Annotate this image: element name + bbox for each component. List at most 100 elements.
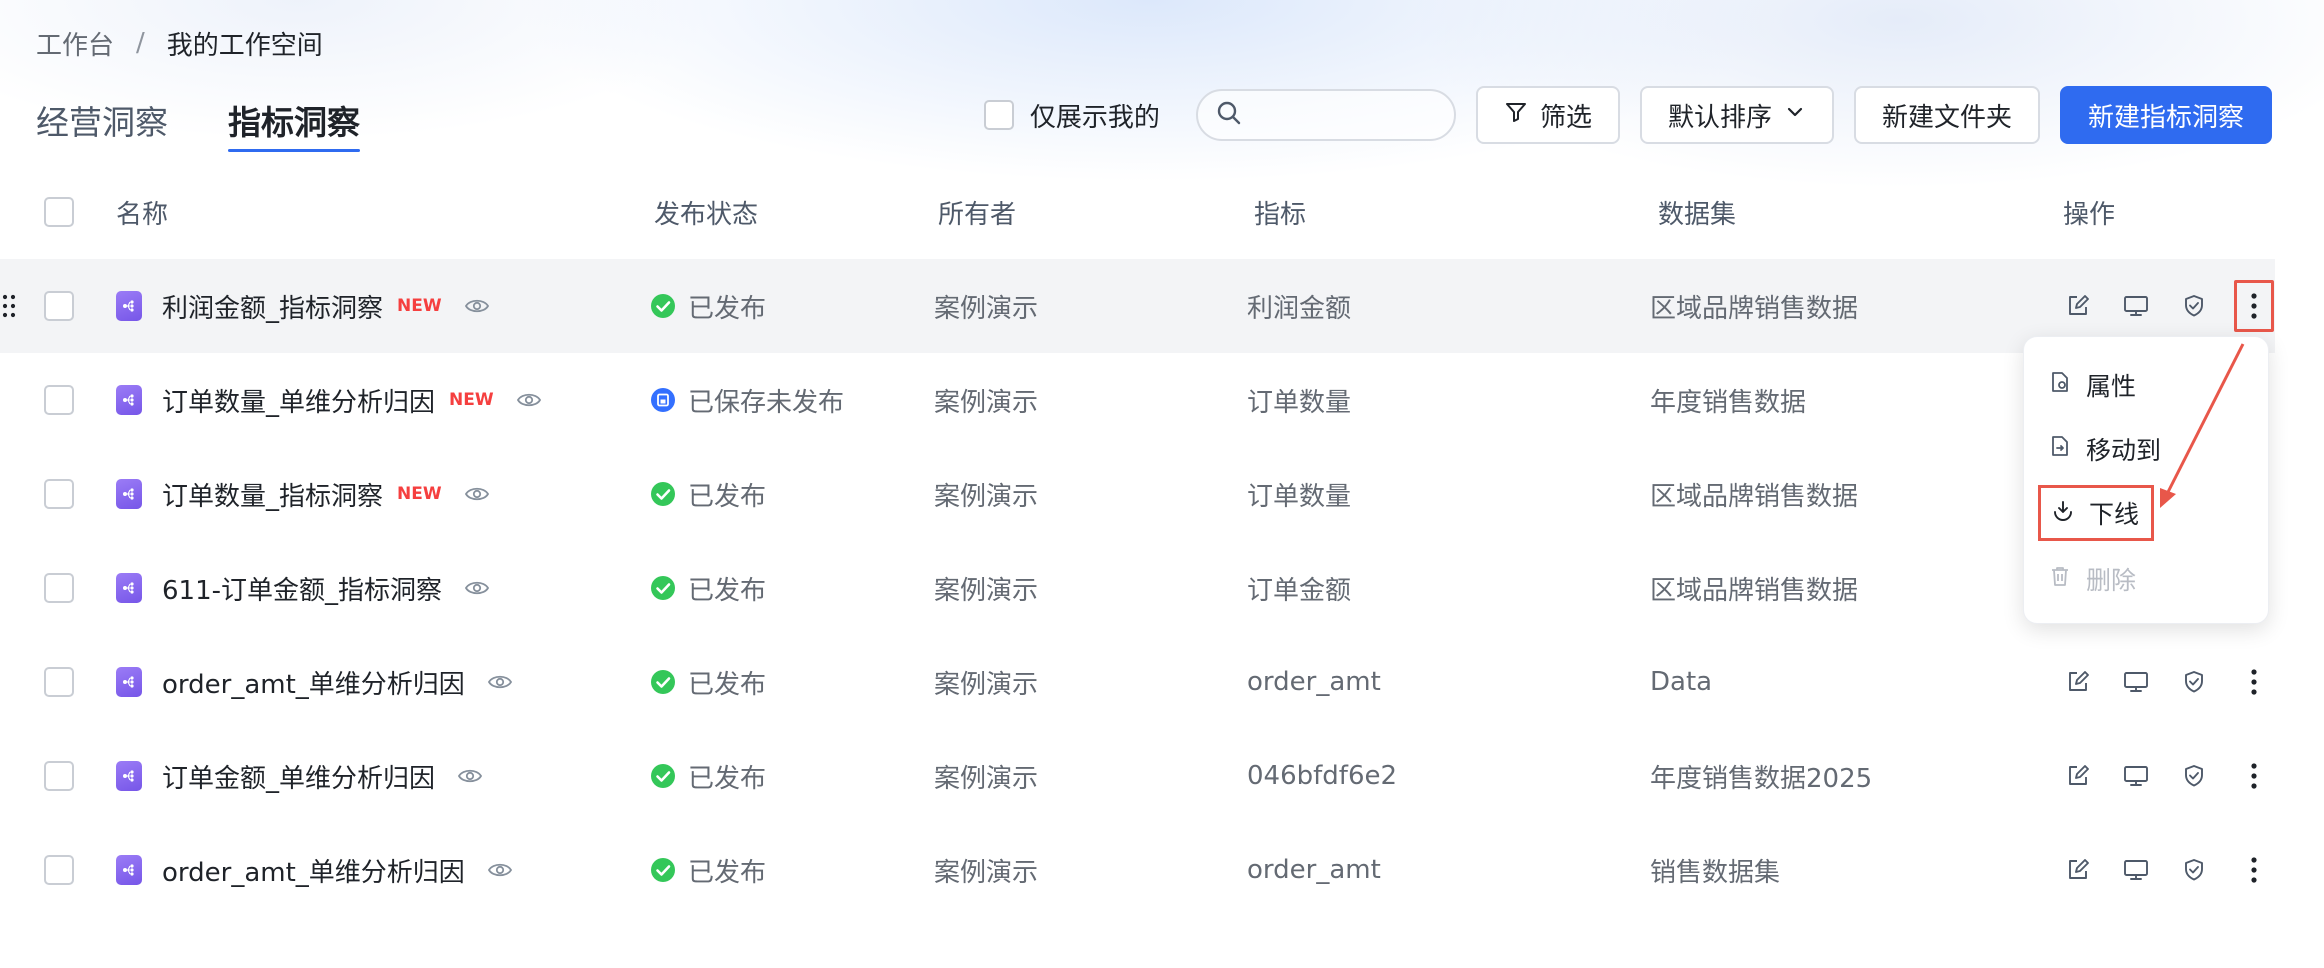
row-owner: 案例演示 [934, 669, 1039, 700]
metric-insight-icon [116, 761, 142, 791]
only-mine-checkbox[interactable] [983, 100, 1014, 130]
row-checkbox[interactable] [44, 385, 74, 415]
new-insight-button[interactable]: 新建指标洞察 [2059, 86, 2272, 144]
row-actions [2060, 280, 2274, 332]
present-icon[interactable] [2118, 758, 2154, 794]
menu-item-property[interactable]: 属性 [2048, 363, 2136, 407]
filter-label: 筛选 [1539, 102, 1592, 133]
header-status[interactable]: 发布状态 [654, 194, 758, 231]
breadcrumb-current: 我的工作空间 [166, 30, 323, 61]
more-options-icon[interactable] [2234, 844, 2274, 896]
eye-icon[interactable] [464, 578, 490, 598]
eye-icon[interactable] [516, 390, 542, 410]
row-name[interactable]: 订单金额_单维分析归因 [162, 758, 483, 795]
row-checkbox[interactable] [44, 855, 74, 885]
breadcrumb-root[interactable]: 工作台 [36, 25, 114, 62]
table-row[interactable]: 611-订单金额_指标洞察 已发布 案例演示 订单金额 区域品牌销售数据 [0, 541, 2275, 635]
shield-check-icon[interactable] [2176, 758, 2212, 794]
row-name[interactable]: order_amt_单维分析归因 [162, 852, 513, 889]
status-text: 已发布 [688, 293, 767, 324]
more-options-icon[interactable] [2234, 750, 2274, 802]
row-owner: 案例演示 [934, 763, 1039, 794]
header-actions: 操作 [2063, 199, 2116, 230]
row-checkbox[interactable] [44, 761, 74, 791]
row-name[interactable]: 订单数量_单维分析归因 NEW [162, 382, 542, 419]
row-metric: order_amt [1247, 855, 1381, 885]
only-mine-toggle[interactable]: 仅展示我的 [983, 97, 1160, 134]
row-name-text: 订单数量_单维分析归因 [162, 387, 436, 418]
table-row[interactable]: 订单金额_单维分析归因 已发布 案例演示 046bfdf6e2 年度销售数据2025 [0, 729, 2275, 823]
new-folder-button[interactable]: 新建文件夹 [1853, 86, 2040, 144]
table-row[interactable]: 订单数量_指标洞察 NEW 已发布 案例演示 订单数量 区域品牌销售数据 [0, 447, 2275, 541]
header-dataset[interactable]: 数据集 [1658, 194, 1736, 231]
edit-icon[interactable] [2060, 758, 2096, 794]
row-name-text: order_amt_单维分析归因 [162, 669, 465, 700]
metric-insight-icon [116, 667, 142, 697]
row-name[interactable]: order_amt_单维分析归因 [162, 664, 513, 701]
sort-dropdown[interactable]: 默认排序 [1639, 86, 1834, 144]
row-metric: 利润金额 [1247, 293, 1352, 324]
select-all-checkbox[interactable] [44, 197, 74, 227]
tab-bar: 经营洞察 指标洞察 [36, 96, 360, 152]
tab-metric-insight[interactable]: 指标洞察 [228, 96, 360, 152]
status-text: 已发布 [688, 481, 767, 512]
table-row[interactable]: order_amt_单维分析归因 已发布 案例演示 order_amt Data [0, 635, 2275, 729]
published-check-icon [650, 669, 676, 695]
menu-item-move-label: 移动到 [2086, 436, 2162, 465]
row-dataset: 销售数据集 [1650, 857, 1781, 888]
row-checkbox[interactable] [44, 479, 74, 509]
header-name[interactable]: 名称 [116, 194, 168, 231]
tab-business-insight[interactable]: 经营洞察 [36, 96, 168, 152]
eye-icon[interactable] [464, 484, 490, 504]
move-icon [2048, 434, 2072, 464]
menu-item-offline-label: 下线 [2089, 500, 2140, 529]
table-header: 名称 发布状态 所有者 指标 数据集 操作 [0, 186, 2275, 238]
published-check-icon [650, 763, 676, 789]
status-text: 已发布 [688, 575, 767, 606]
metric-insight-icon [116, 573, 142, 603]
shield-check-icon[interactable] [2176, 288, 2212, 324]
row-name-text: order_amt_单维分析归因 [162, 857, 465, 888]
header-metric[interactable]: 指标 [1254, 194, 1306, 231]
edit-icon[interactable] [2060, 852, 2096, 888]
menu-item-move[interactable]: 移动到 [2048, 427, 2161, 471]
row-name[interactable]: 订单数量_指标洞察 NEW [162, 476, 490, 513]
header-owner[interactable]: 所有者 [938, 194, 1016, 231]
row-actions [2060, 844, 2274, 896]
menu-item-delete[interactable]: 删除 [2048, 557, 2136, 601]
row-name-text: 订单金额_单维分析归因 [162, 763, 436, 794]
eye-icon[interactable] [457, 766, 483, 786]
filter-button[interactable]: 筛选 [1475, 86, 1620, 144]
search-box[interactable] [1195, 89, 1456, 141]
row-name[interactable]: 611-订单金额_指标洞察 [162, 570, 490, 607]
present-icon[interactable] [2118, 664, 2154, 700]
eye-icon[interactable] [487, 860, 513, 880]
row-checkbox[interactable] [44, 573, 74, 603]
menu-item-offline[interactable]: 下线 [2038, 485, 2155, 541]
eye-icon[interactable] [487, 672, 513, 692]
shield-check-icon[interactable] [2176, 664, 2212, 700]
search-input[interactable] [1251, 101, 1442, 129]
eye-icon[interactable] [464, 296, 490, 316]
table-row[interactable]: order_amt_单维分析归因 已发布 案例演示 order_amt 销售数据集 [0, 823, 2275, 917]
row-metric: 046bfdf6e2 [1247, 761, 1398, 791]
drag-handle-icon[interactable] [2, 293, 16, 319]
present-icon[interactable] [2118, 852, 2154, 888]
shield-check-icon[interactable] [2176, 852, 2212, 888]
present-icon[interactable] [2118, 288, 2154, 324]
status-text: 已发布 [688, 763, 767, 794]
row-name[interactable]: 利润金额_指标洞察 NEW [162, 288, 490, 325]
table-row[interactable]: 利润金额_指标洞察 NEW 已发布 案例演示 利润金额 区域品牌销售数据 [0, 259, 2275, 353]
row-checkbox[interactable] [44, 667, 74, 697]
more-options-icon[interactable] [2234, 656, 2274, 708]
table-row[interactable]: 订单数量_单维分析归因 NEW 已保存未发布 案例演示 订单数量 年度销售数据 [0, 353, 2275, 447]
filter-icon [1504, 100, 1528, 131]
breadcrumb: 工作台 / 我的工作空间 [36, 25, 323, 62]
only-mine-label: 仅展示我的 [1029, 102, 1160, 133]
row-owner: 案例演示 [934, 481, 1039, 512]
row-actions [2060, 656, 2274, 708]
edit-icon[interactable] [2060, 288, 2096, 324]
edit-icon[interactable] [2060, 664, 2096, 700]
row-checkbox[interactable] [44, 291, 74, 321]
more-options-icon[interactable] [2234, 280, 2274, 332]
